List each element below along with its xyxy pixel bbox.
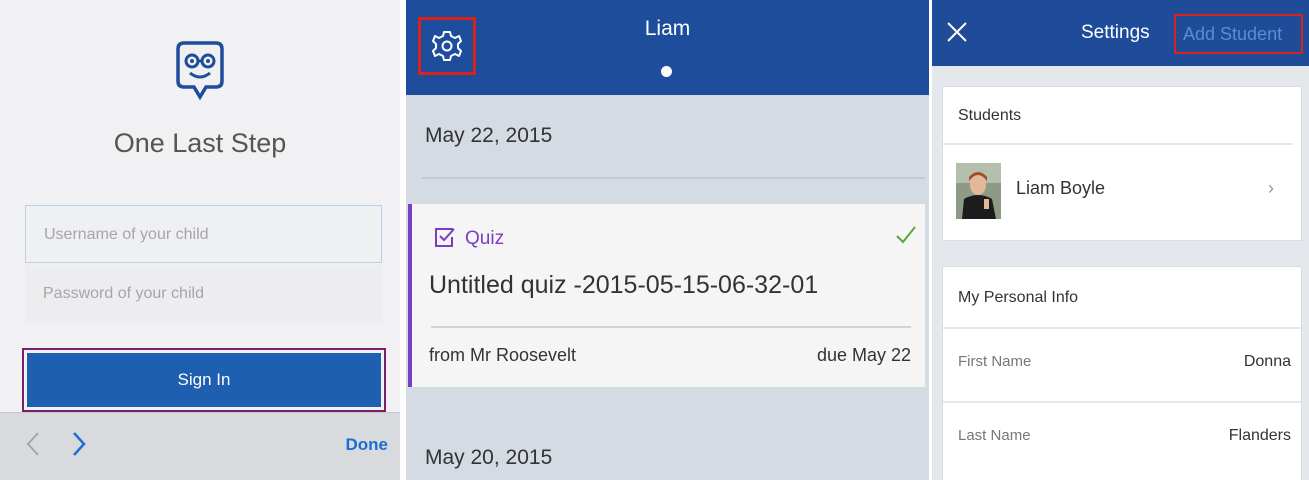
keyboard-toolbar: Done (0, 412, 400, 480)
students-heading: Students (958, 107, 1022, 124)
avatar (956, 163, 1001, 219)
quiz-title: Untitled quiz -2015-05-15-06-32-01 (429, 271, 819, 299)
first-name-row[interactable]: First Name Donna (943, 327, 1301, 399)
first-name-label: First Name (958, 353, 1032, 370)
students-section: Students Liam Boyle › (942, 86, 1302, 241)
login-fields: Username of your child Password of your … (25, 205, 382, 323)
student-name[interactable]: Liam Boyle (1016, 178, 1105, 199)
add-student-button[interactable]: Add Student (1183, 24, 1282, 45)
section-divider (422, 177, 925, 179)
close-icon[interactable] (946, 21, 968, 43)
stream-panel: Liam May 22, 2015 Quiz Untitled quiz -20… (406, 0, 929, 480)
keyboard-done-button[interactable]: Done (346, 435, 389, 455)
edmodo-logo-icon (176, 41, 224, 101)
last-name-row[interactable]: Last Name Flanders (943, 401, 1301, 473)
section-divider (943, 143, 1293, 145)
personal-info-heading: My Personal Info (958, 289, 1079, 306)
chevron-right-icon[interactable] (72, 431, 86, 457)
card-divider (431, 326, 911, 328)
last-name-value: Flanders (1228, 427, 1291, 444)
quiz-card[interactable]: Quiz Untitled quiz -2015-05-15-06-32-01 … (408, 204, 925, 387)
last-name-label: Last Name (958, 427, 1031, 444)
settings-panel: Settings Add Student Students Liam Boyle… (932, 0, 1309, 480)
settings-title: Settings (1081, 22, 1150, 43)
settings-header: Settings Add Student (932, 0, 1309, 66)
password-input[interactable]: Password of your child (25, 265, 382, 323)
first-name-value: Donna (1243, 353, 1291, 370)
date-heading: May 22, 2015 (425, 124, 553, 147)
login-panel: One Last Step Username of your child Pas… (0, 0, 400, 480)
quiz-teacher: from Mr Roosevelt (429, 345, 577, 365)
signin-highlight: Sign In (22, 348, 386, 412)
add-student-highlight: Add Student (1174, 14, 1303, 54)
stream-header: Liam (406, 0, 929, 95)
chevron-right-icon[interactable]: › (1268, 178, 1274, 199)
quiz-due-date: due May 22 (816, 345, 911, 365)
personal-info-section: My Personal Info First Name Donna Last N… (942, 266, 1302, 480)
quiz-type-label: Quiz (465, 228, 505, 249)
date-heading: May 20, 2015 (425, 446, 553, 469)
chevron-left-icon[interactable] (26, 431, 40, 457)
username-input[interactable]: Username of your child (25, 205, 382, 263)
page-title: One Last Step (113, 128, 287, 158)
page-indicator-dot (661, 66, 672, 77)
student-name-title: Liam (644, 17, 691, 40)
quiz-check-icon (435, 228, 455, 247)
sign-in-button[interactable]: Sign In (27, 353, 381, 407)
checkmark-icon (896, 226, 916, 244)
